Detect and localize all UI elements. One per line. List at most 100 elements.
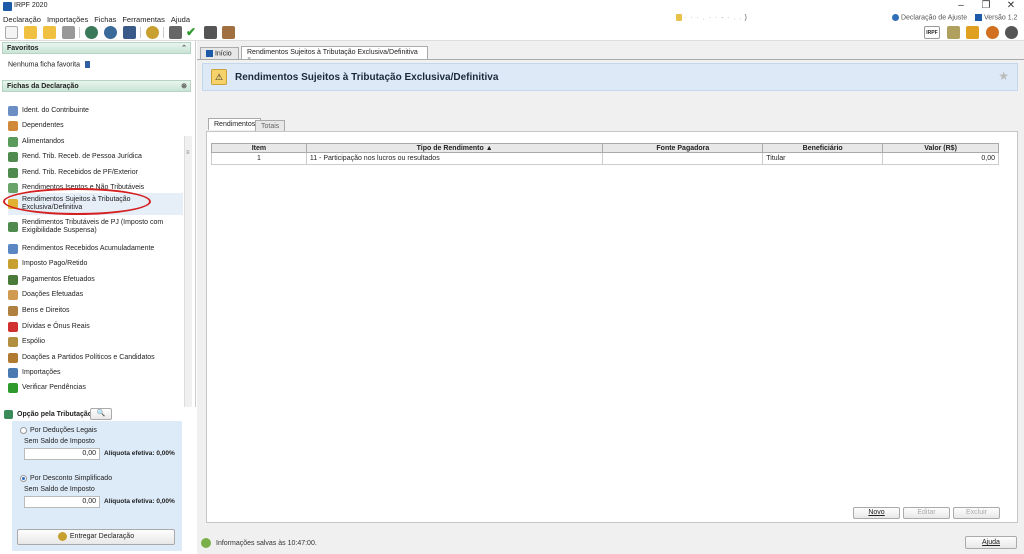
sidebar-item[interactable]: Verificar Pendências [8, 380, 86, 395]
col-item[interactable]: Item [211, 143, 307, 153]
aliquota-1: Alíquota efetiva: 0,00% [104, 450, 175, 457]
status-text: Informações salvas às 10:47:00. [216, 540, 317, 547]
sidebar-item[interactable]: Pagamentos Efetuados [8, 272, 95, 287]
info-icon [84, 61, 90, 68]
tab-rendimentos[interactable]: Rendimentos Sujeitos à Tributação Exclus… [241, 46, 428, 63]
sidebar-item[interactable]: Doações a Partidos Políticos e Candidato… [8, 350, 155, 365]
sidebar-item-label: Rendimentos Recebidos Acumuladamente [22, 244, 155, 252]
sidebar-item-label: Doações Efetuadas [22, 290, 84, 298]
sidebar-item[interactable]: Dependentes [8, 118, 64, 133]
save-icon[interactable] [123, 26, 136, 39]
program-icon[interactable] [947, 26, 960, 39]
radio-deducoes[interactable] [20, 427, 27, 434]
close-button[interactable]: ✕ [1000, 0, 1022, 13]
sidebar-item-icon [8, 182, 18, 193]
tab-inicio[interactable]: Início [200, 47, 239, 59]
lion-icon[interactable] [986, 26, 999, 39]
sidebar-item[interactable]: Ident. do Contribuinte [8, 103, 89, 118]
sidebar-item-icon [8, 274, 18, 285]
sidebar-item-icon [8, 120, 18, 131]
sidebar-item-label: Dívidas e Ônus Reais [22, 322, 90, 330]
sidebar-item-label: Verificar Pendências [22, 383, 86, 391]
sidebar-item-icon [8, 243, 18, 254]
globe-icon [892, 14, 899, 21]
col-tipo[interactable]: Tipo de Rendimento ▲ [305, 143, 604, 153]
favoritos-empty: Nenhuma ficha favorita [8, 61, 90, 68]
book-icon[interactable] [222, 26, 235, 39]
sidebar-scrollbar[interactable]: ≡ [184, 136, 192, 440]
ajuda-button[interactable]: Ajuda [965, 536, 1017, 549]
app-icon [3, 2, 12, 11]
collapse-icon[interactable]: ⊗ [181, 82, 187, 90]
money-icon[interactable] [146, 26, 159, 39]
lock-icon [676, 14, 682, 21]
cell-beneficiario: Titular [762, 152, 884, 165]
print-icon[interactable] [169, 26, 182, 39]
label-deducoes: Por Deduções Legais [30, 427, 97, 434]
sidebar-item[interactable]: Alimentandos [8, 134, 64, 149]
star-icon[interactable]: ★ [998, 69, 1009, 83]
favoritos-header[interactable]: Favoritos ⌃ [2, 42, 191, 54]
sidebar-item-label: Espólio [22, 337, 45, 345]
sidebar-item[interactable]: Dívidas e Ônus Reais [8, 319, 90, 334]
sidebar-item[interactable]: Doações Efetuadas [8, 287, 83, 302]
folder-icon[interactable] [43, 26, 56, 39]
sidebar-item-label: Importações [22, 368, 61, 376]
label-sem-saldo-1: Sem Saldo de Imposto [24, 438, 95, 445]
new-file-icon[interactable] [5, 26, 18, 39]
radio-simplificado[interactable] [20, 475, 27, 482]
sidebar-item[interactable]: Rendimentos Recebidos Acumuladamente [8, 241, 154, 256]
calculator-icon[interactable] [204, 26, 217, 39]
send-icon [57, 531, 67, 541]
open-folder-icon[interactable] [24, 26, 37, 39]
sidebar-item-icon [8, 136, 18, 147]
cell-valor: 0,00 [882, 152, 999, 165]
sidebar-item-label: Rend. Trib. Recebidos de PF/Exterior [22, 168, 138, 176]
sidebar-item[interactable]: Espólio [8, 334, 45, 349]
sidebar-item[interactable]: Bens e Direitos [8, 303, 69, 318]
minimize-button[interactable]: – [950, 0, 972, 13]
sidebar-item[interactable]: Importações [8, 365, 61, 380]
editar-button[interactable]: Editar [903, 507, 950, 519]
table-row[interactable]: 1 11 - Participação nos lucros ou result… [211, 152, 999, 165]
fichas-header[interactable]: Fichas da Declaração ⊗ [2, 80, 191, 92]
tax-icon [4, 410, 13, 419]
sync-icon[interactable] [104, 26, 117, 39]
check-icon[interactable]: ✔ [186, 25, 196, 39]
cell-fonte [602, 152, 764, 165]
highlight-circle [3, 188, 151, 215]
sidebar-item[interactable]: Rend. Trib. Recebidos de PF/Exterior [8, 165, 138, 180]
home-icon[interactable] [966, 26, 979, 39]
maximize-button[interactable]: ❐ [975, 0, 997, 13]
declaracao-info: Declaração de Ajuste [892, 14, 967, 21]
sidebar-item-label: Bens e Direitos [22, 306, 70, 314]
sidebar-item-icon [8, 167, 18, 178]
warning-coins-icon: ⚠ [211, 69, 227, 85]
search-button[interactable]: 🔍 [90, 408, 112, 420]
sidebar-item[interactable]: Rendimentos Tributáveis de PJ (Imposto c… [8, 216, 163, 238]
entregar-declaracao-button[interactable]: Entregar Declaração [17, 529, 175, 545]
sidebar-item-icon [8, 336, 18, 347]
collapse-icon[interactable]: ⌃ [181, 44, 187, 52]
sidebar-item[interactable]: Imposto Pago/Retido [8, 256, 87, 271]
trash-icon[interactable] [62, 26, 75, 39]
sidebar-item[interactable]: Rend. Trib. Receb. de Pessoa Jurídica [8, 149, 142, 164]
sidebar-item-icon [8, 258, 18, 269]
sidebar-item-icon [8, 352, 18, 363]
novo-button[interactable]: Novo [853, 507, 900, 519]
page-title: Rendimentos Sujeitos à Tributação Exclus… [235, 72, 499, 83]
power-icon[interactable] [1005, 26, 1018, 39]
sidebar-item-icon [8, 305, 18, 316]
globe-download-icon[interactable] [85, 26, 98, 39]
sidebar-item-icon [8, 222, 18, 232]
excluir-button[interactable]: Excluir [953, 507, 1000, 519]
field-sem-saldo-2: 0,00 [24, 496, 100, 508]
tax-option-panel: Opção pela Tributação: 🔍 Por Deduções Le… [0, 407, 196, 554]
subtab-rendimentos[interactable]: Rendimentos [208, 118, 262, 130]
status-icon [201, 538, 211, 548]
sidebar-item-label: Ident. do Contribuinte [22, 106, 89, 114]
irpf-icon[interactable]: IRPF [924, 26, 940, 39]
col-valor[interactable]: Valor (R$) [882, 143, 999, 153]
col-fonte[interactable]: Fonte Pagadora [602, 143, 764, 153]
col-beneficiario[interactable]: Beneficiário [762, 143, 884, 153]
